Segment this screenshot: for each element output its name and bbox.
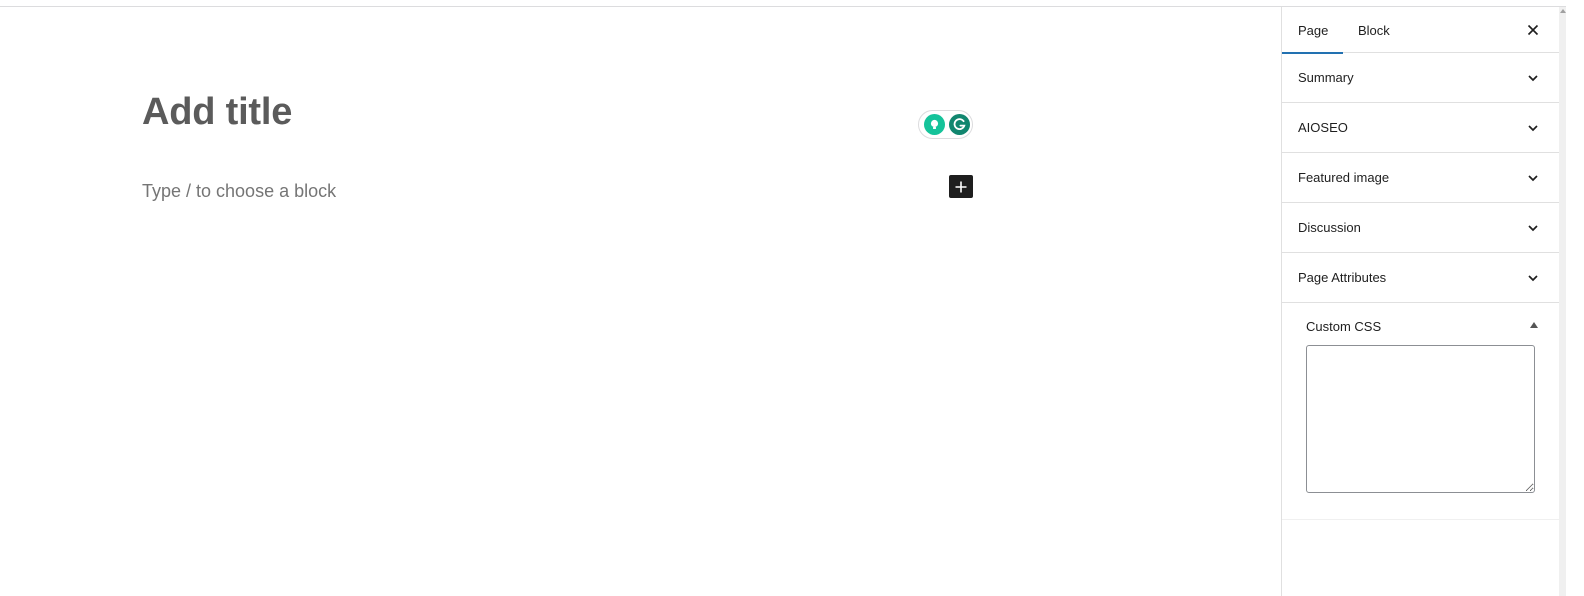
triangle-up-icon[interactable] — [1530, 322, 1538, 328]
grammarly-icon[interactable] — [949, 114, 970, 135]
chevron-down-icon — [1528, 274, 1538, 281]
settings-sidebar: Page Block Summary AIOSEO Featured image… — [1281, 7, 1559, 596]
custom-css-textarea[interactable] — [1306, 345, 1535, 493]
close-sidebar-button[interactable] — [1523, 20, 1543, 40]
panel-page-attributes-label: Page Attributes — [1298, 270, 1387, 285]
panel-summary[interactable]: Summary — [1282, 53, 1559, 103]
tab-page[interactable]: Page — [1282, 7, 1343, 54]
panel-summary-label: Summary — [1298, 70, 1354, 85]
custom-css-label: Custom CSS — [1306, 318, 1382, 334]
chevron-down-icon — [1528, 224, 1538, 231]
plus-icon — [955, 181, 967, 192]
post-title-input[interactable]: Add title — [142, 91, 292, 134]
tab-block[interactable]: Block — [1358, 7, 1390, 53]
panel-featured-image-label: Featured image — [1298, 170, 1390, 185]
panel-aioseo-label: AIOSEO — [1298, 120, 1348, 135]
panel-discussion-label: Discussion — [1298, 220, 1361, 235]
chevron-down-icon — [1528, 174, 1538, 181]
chevron-down-icon — [1528, 124, 1538, 131]
add-block-button[interactable] — [949, 175, 973, 198]
panel-discussion[interactable]: Discussion — [1282, 203, 1559, 253]
panel-page-attributes[interactable]: Page Attributes — [1282, 253, 1559, 303]
sidebar-scrollbar[interactable] — [1559, 7, 1566, 596]
lightbulb-icon[interactable] — [924, 114, 945, 135]
sidebar-header: Page Block — [1282, 7, 1559, 54]
scroll-up-icon[interactable] — [1560, 9, 1566, 13]
close-icon — [1527, 24, 1539, 36]
custom-css-header[interactable]: Custom CSS — [1306, 317, 1538, 335]
editor-canvas[interactable]: Add title Type / to choose a block — [0, 7, 1281, 596]
chevron-down-icon — [1528, 74, 1538, 81]
panel-custom-css: Custom CSS — [1282, 303, 1559, 520]
panel-featured-image[interactable]: Featured image — [1282, 153, 1559, 203]
grammarly-widget[interactable] — [918, 110, 973, 139]
block-placeholder[interactable]: Type / to choose a block — [142, 181, 336, 202]
panel-aioseo[interactable]: AIOSEO — [1282, 103, 1559, 153]
